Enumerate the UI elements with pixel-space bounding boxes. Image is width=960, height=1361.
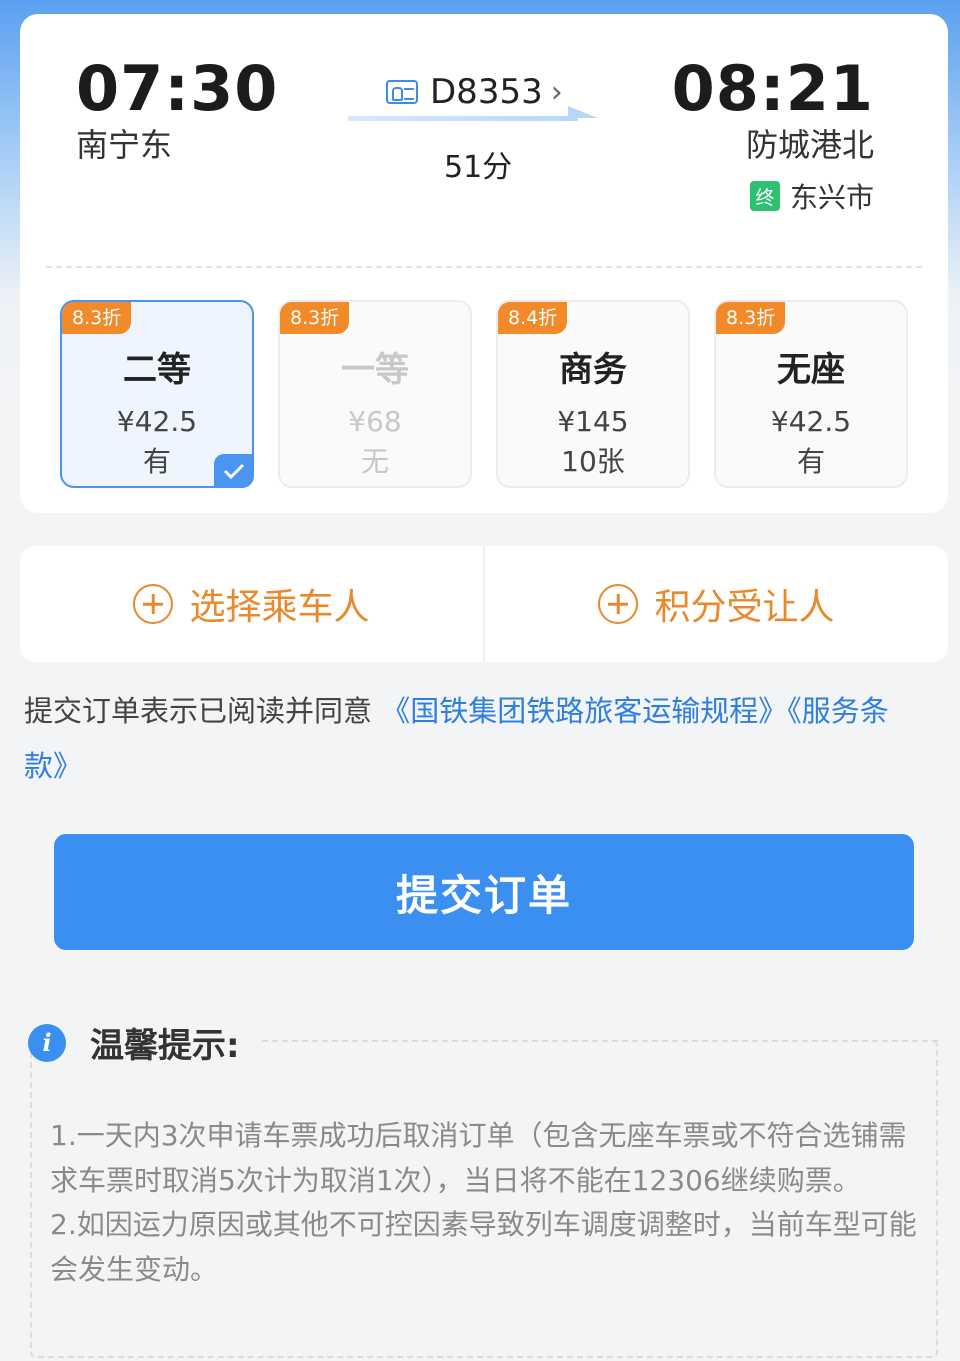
transport-rules-link[interactable]: 《国铁集团铁路旅客运输规程》 xyxy=(381,694,787,728)
seat-name: 一等 xyxy=(341,350,409,390)
terminal-badge: 终 xyxy=(749,181,780,211)
seat-option-business-class[interactable]: 8.4折 商务 ¥145 10张 xyxy=(496,300,690,488)
select-passenger-button[interactable]: 选择乘车人 xyxy=(20,546,483,662)
departure-time: 07:30 xyxy=(76,52,279,125)
seat-price: ¥42.5 xyxy=(770,405,852,438)
select-passenger-label: 选择乘车人 xyxy=(189,587,370,628)
train-info-card: 07:30 南宁东 D8353 › 51分 08:21 防城港北 终 东兴市 8… xyxy=(20,14,948,513)
tips-content: 1.一天内3次申请车票成功后取消订单（包含无座车票或不符合选铺需求车票时取消5次… xyxy=(50,1114,922,1292)
tips-title: 温馨提示: xyxy=(90,1026,240,1066)
terminal-station: 东兴市 xyxy=(789,181,874,214)
train-number-link[interactable]: D8353 › xyxy=(386,72,563,112)
agreement-prefix: 提交订单表示已阅读并同意 xyxy=(24,694,382,728)
chevron-right-icon: › xyxy=(550,74,563,110)
seat-price: ¥42.5 xyxy=(116,405,198,438)
info-icon: i xyxy=(28,1023,66,1062)
checkmark-icon xyxy=(214,454,254,488)
seat-name: 二等 xyxy=(123,350,191,390)
seat-price: ¥68 xyxy=(348,405,402,438)
discount-badge: 8.3折 xyxy=(716,302,786,334)
divider xyxy=(46,266,922,268)
discount-badge: 8.3折 xyxy=(280,302,350,334)
points-beneficiary-button[interactable]: 积分受让人 xyxy=(483,546,948,662)
seat-availability: 10张 xyxy=(561,445,625,478)
seat-availability: 无 xyxy=(360,445,389,478)
plus-circle-icon xyxy=(598,584,639,624)
train-number: D8353 xyxy=(430,72,543,112)
route-arrow-head xyxy=(568,106,598,118)
submit-order-button[interactable]: 提交订单 xyxy=(54,834,914,950)
departure-station: 南宁东 xyxy=(76,126,173,164)
tip-item: 2.如因运力原因或其他不可控因素导致列车调度调整时，当前车型可能会发生变动。 xyxy=(50,1208,917,1286)
passenger-actions: 选择乘车人 积分受让人 xyxy=(20,546,948,662)
seat-availability: 有 xyxy=(796,445,825,478)
plus-circle-icon xyxy=(133,584,174,624)
seat-name: 商务 xyxy=(559,350,627,390)
discount-badge: 8.4折 xyxy=(498,302,568,334)
seat-name: 无座 xyxy=(777,350,845,390)
id-card-icon xyxy=(386,80,418,104)
points-beneficiary-label: 积分受让人 xyxy=(654,587,835,628)
arrival-time: 08:21 xyxy=(671,52,874,125)
seat-option-first-class[interactable]: 8.3折 一等 ¥68 无 xyxy=(278,300,472,488)
agreement-text: 提交订单表示已阅读并同意 《国铁集团铁路旅客运输规程》《服务条款》 xyxy=(24,684,924,794)
seat-option-no-seat[interactable]: 8.3折 无座 ¥42.5 有 xyxy=(714,300,908,488)
discount-badge: 8.3折 xyxy=(62,302,132,334)
tip-item: 1.一天内3次申请车票成功后取消订单（包含无座车票或不符合选铺需求车票时取消5次… xyxy=(50,1119,907,1197)
seat-options: 8.3折 二等 ¥42.5 有 8.3折 一等 ¥68 无 8.4折 商务 ¥1… xyxy=(60,300,910,490)
tips-header: i 温馨提示: xyxy=(28,1018,240,1067)
arrival-station: 防城港北 xyxy=(745,126,874,164)
seat-price: ¥145 xyxy=(557,405,629,438)
trip-duration: 51分 xyxy=(444,150,513,185)
seat-option-second-class[interactable]: 8.3折 二等 ¥42.5 有 xyxy=(60,300,254,488)
terminal-info: 终 东兴市 xyxy=(749,176,874,216)
route-arrow xyxy=(348,116,578,121)
